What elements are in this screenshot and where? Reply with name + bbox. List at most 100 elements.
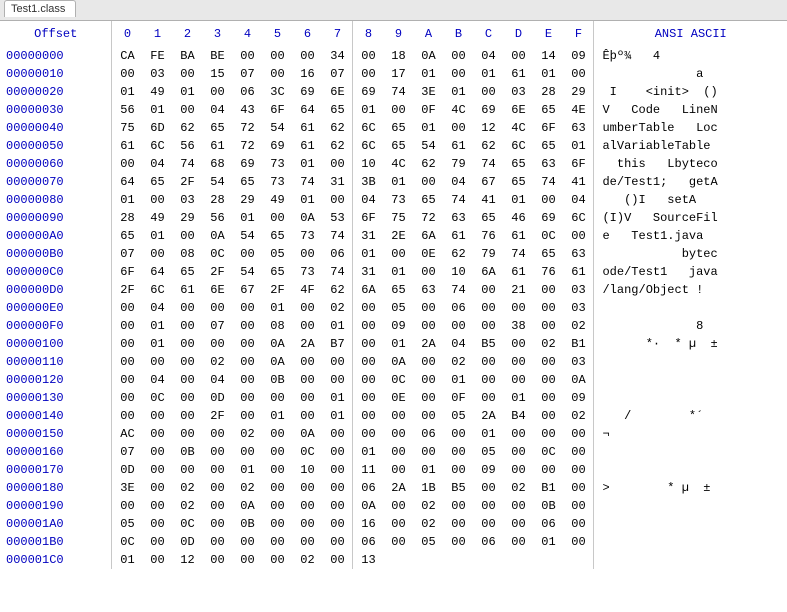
hex-cell[interactable]: 4F xyxy=(292,281,322,299)
hex-cell[interactable]: 00 xyxy=(383,533,413,551)
hex-cell[interactable]: 00 xyxy=(292,479,322,497)
hex-cell[interactable]: 07 xyxy=(112,245,143,263)
hex-cell[interactable]: 08 xyxy=(262,317,292,335)
hex-cell[interactable]: 01 xyxy=(322,407,353,425)
hex-cell[interactable]: 0A xyxy=(563,371,594,389)
hex-cell[interactable]: 00 xyxy=(563,227,594,245)
hex-row[interactable]: 0000002001490100063C696E69743E0100032829… xyxy=(0,83,787,101)
hex-row[interactable]: 0000007064652F54657374313B01000467657441… xyxy=(0,173,787,191)
hex-cell[interactable]: 00 xyxy=(533,353,563,371)
hex-cell[interactable]: 00 xyxy=(292,299,322,317)
hex-cell[interactable]: 61 xyxy=(503,263,533,281)
hex-cell[interactable]: 00 xyxy=(503,497,533,515)
hex-cell[interactable]: 65 xyxy=(322,101,353,119)
ansi-cell[interactable]: > * µ ± xyxy=(594,479,787,497)
offset-cell[interactable]: 000000E0 xyxy=(0,299,112,317)
hex-cell[interactable]: 00 xyxy=(503,425,533,443)
ansi-cell[interactable]: alVariableTable xyxy=(594,137,787,155)
hex-cell[interactable]: 00 xyxy=(322,551,353,569)
ansi-cell[interactable]: umberTable Loc xyxy=(594,119,787,137)
hex-cell[interactable]: 02 xyxy=(232,425,262,443)
hex-cell[interactable]: 01 xyxy=(142,317,172,335)
hex-cell[interactable]: 6A xyxy=(473,263,503,281)
hex-cell[interactable]: 69 xyxy=(232,155,262,173)
hex-cell[interactable]: 61 xyxy=(503,227,533,245)
hex-cell[interactable]: 61 xyxy=(292,137,322,155)
hex-cell[interactable]: 6D xyxy=(142,119,172,137)
hex-cell[interactable]: 00 xyxy=(172,335,202,353)
ansi-cell[interactable] xyxy=(594,461,787,479)
offset-cell[interactable]: 00000130 xyxy=(0,389,112,407)
hex-cell[interactable]: 00 xyxy=(353,407,384,425)
hex-cell[interactable]: 02 xyxy=(322,299,353,317)
hex-cell[interactable]: 09 xyxy=(383,317,413,335)
hex-cell[interactable] xyxy=(473,551,503,569)
hex-cell[interactable]: 00 xyxy=(142,497,172,515)
hex-cell[interactable]: 00 xyxy=(473,497,503,515)
hex-cell[interactable]: 31 xyxy=(322,173,353,191)
hex-cell[interactable]: 54 xyxy=(232,263,262,281)
hex-cell[interactable]: 02 xyxy=(563,407,594,425)
hex-cell[interactable]: 00 xyxy=(473,371,503,389)
hex-cell[interactable]: 00 xyxy=(292,353,322,371)
hex-cell[interactable]: 00 xyxy=(202,551,232,569)
hex-cell[interactable]: 09 xyxy=(473,461,503,479)
offset-cell[interactable]: 000000B0 xyxy=(0,245,112,263)
hex-cell[interactable]: 05 xyxy=(473,443,503,461)
hex-cell[interactable]: 62 xyxy=(172,119,202,137)
hex-cell[interactable]: 00 xyxy=(232,407,262,425)
hex-cell[interactable]: 65 xyxy=(383,119,413,137)
hex-cell[interactable]: B5 xyxy=(443,479,473,497)
hex-cell[interactable] xyxy=(503,551,533,569)
hex-cell[interactable]: 2F xyxy=(262,281,292,299)
hex-cell[interactable]: 00 xyxy=(443,425,473,443)
offset-cell[interactable]: 00000150 xyxy=(0,425,112,443)
hex-cell[interactable]: 6E xyxy=(202,281,232,299)
hex-cell[interactable]: 00 xyxy=(563,65,594,83)
hex-cell[interactable]: 63 xyxy=(563,119,594,137)
hex-cell[interactable]: 00 xyxy=(413,353,443,371)
offset-cell[interactable]: 00000100 xyxy=(0,335,112,353)
hex-cell[interactable]: 0A xyxy=(262,353,292,371)
hex-cell[interactable]: 00 xyxy=(533,425,563,443)
hex-cell[interactable]: 00 xyxy=(353,425,384,443)
hex-row[interactable]: 000001700D000000010010001100010009000000 xyxy=(0,461,787,479)
hex-cell[interactable]: 29 xyxy=(172,209,202,227)
hex-row[interactable]: 00000190000002000A0000000A00020000000B00 xyxy=(0,497,787,515)
hex-cell[interactable]: 00 xyxy=(503,461,533,479)
hex-cell[interactable]: 6F xyxy=(262,101,292,119)
hex-cell[interactable]: 62 xyxy=(322,119,353,137)
hex-cell[interactable]: 4C xyxy=(383,155,413,173)
hex-cell[interactable]: 01 xyxy=(232,209,262,227)
hex-cell[interactable]: 01 xyxy=(503,191,533,209)
hex-cell[interactable]: 06 xyxy=(353,533,384,551)
hex-cell[interactable]: 01 xyxy=(413,119,443,137)
hex-cell[interactable]: 00 xyxy=(443,65,473,83)
hex-cell[interactable]: 79 xyxy=(473,245,503,263)
hex-cell[interactable]: 0C xyxy=(112,533,143,551)
hex-cell[interactable]: 03 xyxy=(142,65,172,83)
hex-cell[interactable]: 00 xyxy=(262,47,292,65)
hex-cell[interactable] xyxy=(413,551,443,569)
hex-cell[interactable]: 6F xyxy=(563,155,594,173)
hex-cell[interactable]: 00 xyxy=(563,425,594,443)
hex-cell[interactable]: 61 xyxy=(292,119,322,137)
hex-cell[interactable]: 06 xyxy=(443,299,473,317)
hex-cell[interactable]: 0C xyxy=(172,515,202,533)
hex-cell[interactable]: 00 xyxy=(533,371,563,389)
ansi-cell[interactable] xyxy=(594,443,787,461)
ansi-cell[interactable]: ode/Test1 java xyxy=(594,263,787,281)
ansi-cell[interactable] xyxy=(594,533,787,551)
hex-cell[interactable]: 03 xyxy=(172,191,202,209)
hex-cell[interactable]: 00 xyxy=(112,407,143,425)
hex-cell[interactable]: 00 xyxy=(142,191,172,209)
hex-cell[interactable]: 28 xyxy=(533,83,563,101)
hex-cell[interactable]: 3E xyxy=(112,479,143,497)
hex-cell[interactable]: 00 xyxy=(232,533,262,551)
hex-row[interactable]: 00000050616C5661726961626C655461626C6501… xyxy=(0,137,787,155)
hex-cell[interactable]: 00 xyxy=(322,425,353,443)
hex-cell[interactable]: 75 xyxy=(383,209,413,227)
hex-cell[interactable]: B5 xyxy=(473,335,503,353)
hex-cell[interactable]: 0C xyxy=(533,443,563,461)
hex-cell[interactable]: 00 xyxy=(322,461,353,479)
